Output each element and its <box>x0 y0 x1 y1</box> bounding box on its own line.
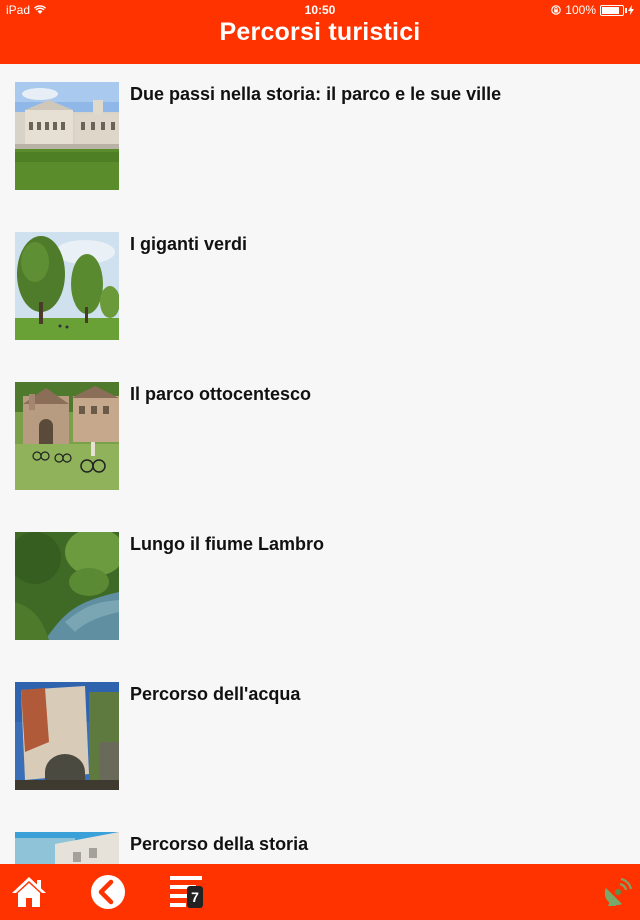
page-title: Percorsi turistici <box>219 18 421 46</box>
trees-photo <box>15 232 119 340</box>
route-item[interactable]: Percorso dell'acqua <box>0 664 640 814</box>
app-header: iPad 10:50 100% Percorsi turistici <box>0 0 640 64</box>
list-count-badge: 7 <box>187 886 203 908</box>
building-photo <box>15 832 119 864</box>
route-item[interactable]: Lungo il fiume Lambro <box>0 514 640 664</box>
home-icon[interactable] <box>10 872 48 912</box>
battery-icon <box>600 4 627 16</box>
church-cyclists-photo <box>15 382 119 490</box>
route-title[interactable]: Il parco ottocentesco <box>130 384 311 405</box>
satellite-icon[interactable] <box>602 878 632 912</box>
route-title[interactable]: Lungo il fiume Lambro <box>130 534 324 555</box>
mill-bridge-photo <box>15 682 119 790</box>
route-item[interactable]: Il parco ottocentesco <box>0 364 640 514</box>
route-item[interactable]: Percorso della storia <box>0 814 640 864</box>
battery-label: 100% <box>565 3 596 17</box>
back-icon[interactable] <box>90 872 126 912</box>
bottom-toolbar <box>0 864 640 920</box>
routes-list: Due passi nella storia: il parco e le su… <box>0 64 640 864</box>
route-title[interactable]: I giganti verdi <box>130 234 247 255</box>
charging-icon <box>628 5 634 15</box>
status-bar: iPad 10:50 100% <box>0 0 640 20</box>
route-item[interactable]: I giganti verdi <box>0 214 640 364</box>
river-photo <box>15 532 119 640</box>
villa-photo <box>15 82 119 190</box>
route-title[interactable]: Percorso dell'acqua <box>130 684 300 705</box>
route-title[interactable]: Percorso della storia <box>130 834 308 855</box>
route-item[interactable]: Due passi nella storia: il parco e le su… <box>0 64 640 214</box>
rotation-lock-icon <box>551 5 562 15</box>
route-title[interactable]: Due passi nella storia: il parco e le su… <box>130 84 501 105</box>
status-time: 10:50 <box>304 3 336 17</box>
